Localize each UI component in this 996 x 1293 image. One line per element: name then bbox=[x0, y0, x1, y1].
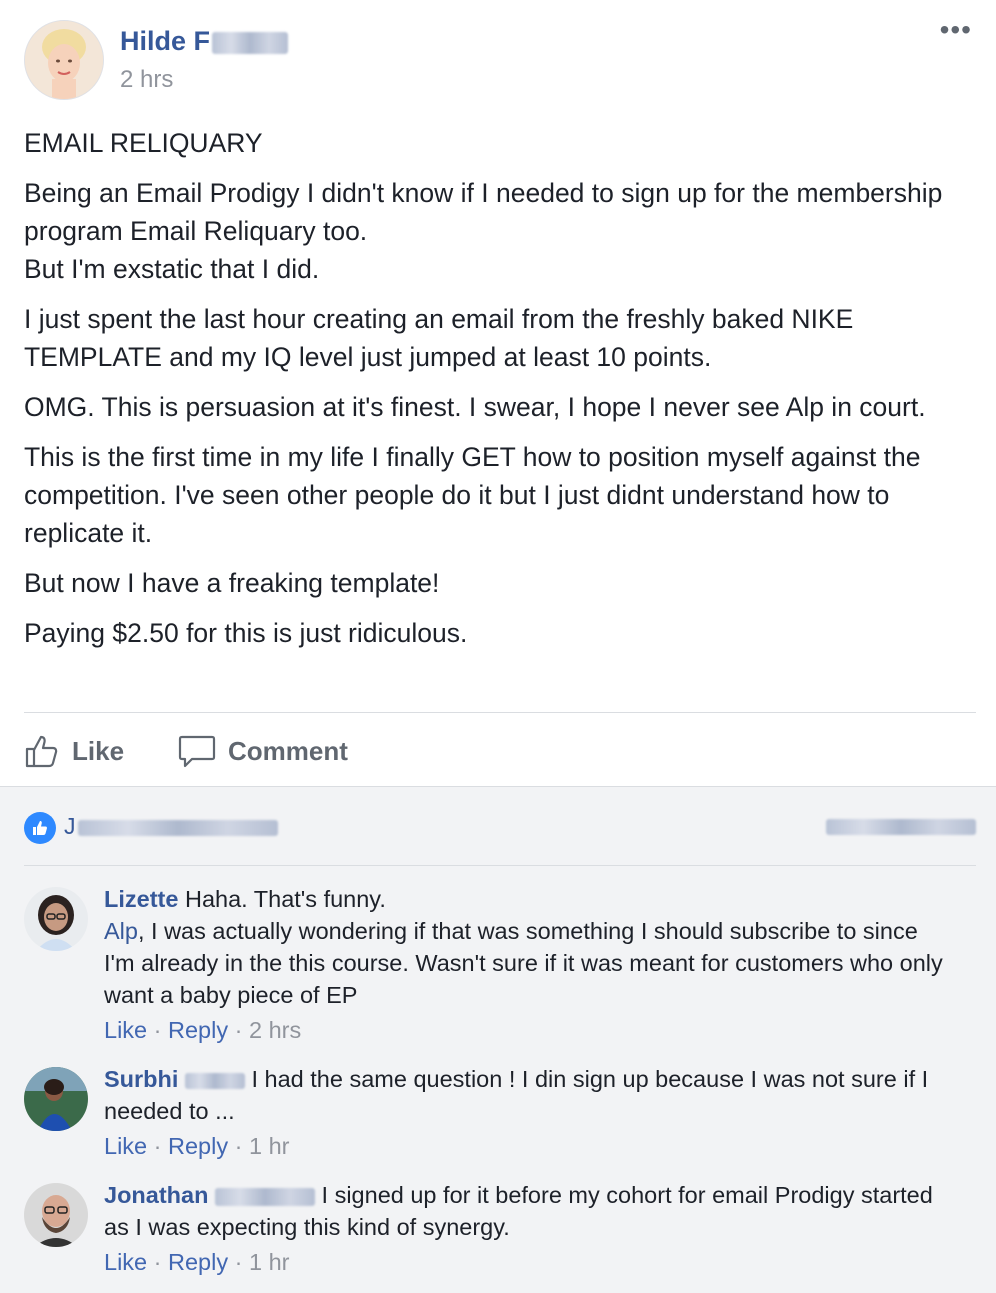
post-paragraph: OMG. This is persuasion at it's finest. … bbox=[24, 392, 926, 422]
comment-body: Surbhi I had the same question ! I din s… bbox=[104, 1063, 954, 1162]
reactions-summary[interactable]: J bbox=[24, 787, 976, 866]
comment-item: Lizette Haha. That's funny. Alp, I was a… bbox=[24, 883, 976, 1053]
post-paragraph: This is the first time in my life I fina… bbox=[24, 442, 921, 548]
commenter-name[interactable]: Jonathan bbox=[104, 1182, 208, 1208]
comment-timestamp[interactable]: 1 hr bbox=[249, 1133, 290, 1159]
comment-bubble-icon bbox=[178, 735, 216, 768]
post-timestamp[interactable]: 2 hrs bbox=[120, 66, 173, 94]
post-actions: Like Comment bbox=[24, 722, 976, 780]
post-paragraph: I just spent the last hour creating an e… bbox=[24, 304, 854, 372]
comment-meta: Like · Reply · 1 hr bbox=[104, 1246, 954, 1278]
meta-separator: · bbox=[153, 1133, 162, 1159]
meta-separator: · bbox=[234, 1133, 243, 1159]
comment-line: , I was actually wondering if that was s… bbox=[104, 918, 943, 1008]
meta-separator: · bbox=[234, 1017, 243, 1043]
post-paragraph: But now I have a freaking template! bbox=[24, 568, 440, 598]
thumbs-up-icon bbox=[25, 735, 58, 768]
comment-meta: Like · Reply · 1 hr bbox=[104, 1130, 954, 1162]
like-label: Like bbox=[72, 735, 125, 766]
redacted-surname bbox=[215, 1187, 315, 1206]
commenter-name-text: Surbhi bbox=[104, 1066, 179, 1092]
meta-separator: · bbox=[153, 1017, 162, 1043]
author-name-text[interactable]: Hilde F bbox=[120, 26, 210, 56]
commenter-name[interactable]: Surbhi bbox=[104, 1066, 178, 1092]
reactor-names[interactable]: J bbox=[64, 813, 278, 840]
like-button[interactable]: Like bbox=[24, 722, 124, 780]
comment-body: Lizette Haha. That's funny. Alp, I was a… bbox=[104, 883, 954, 1046]
redacted-count bbox=[826, 819, 976, 835]
comment-button[interactable]: Comment bbox=[178, 722, 348, 780]
post-paragraph: Paying $2.50 for this is just ridiculous… bbox=[24, 618, 468, 648]
facebook-post: Hilde F 2 hrs ••• EMAIL RELIQUARY Being … bbox=[0, 0, 996, 1293]
comment-like-link[interactable]: Like bbox=[104, 1249, 147, 1275]
post-paragraph: EMAIL RELIQUARY bbox=[24, 128, 263, 158]
comment-reply-link[interactable]: Reply bbox=[168, 1017, 228, 1043]
comment-text: Jonathan I signed up for it before my co… bbox=[104, 1179, 954, 1243]
author-avatar[interactable] bbox=[24, 20, 104, 100]
comment-line: Haha. That's funny. bbox=[184, 886, 386, 912]
redacted-names bbox=[77, 819, 278, 836]
redacted-surname bbox=[184, 1072, 245, 1089]
comment-label: Comment bbox=[228, 735, 348, 766]
meta-separator: · bbox=[234, 1249, 243, 1275]
commenter-avatar[interactable] bbox=[24, 887, 88, 951]
comment-meta: Like · Reply · 2 hrs bbox=[104, 1014, 954, 1046]
comment-text: Lizette Haha. That's funny. Alp, I was a… bbox=[104, 883, 954, 1011]
reactor-initial: J bbox=[64, 813, 76, 839]
comment-item: Surbhi I had the same question ! I din s… bbox=[24, 1063, 976, 1169]
commenter-name[interactable]: Lizette bbox=[104, 886, 178, 912]
author-name[interactable]: Hilde F bbox=[120, 26, 289, 57]
post-paragraph: Being an Email Prodigy I didn't know if … bbox=[24, 178, 943, 284]
like-reaction-icon bbox=[24, 812, 56, 844]
comment-reply-link[interactable]: Reply bbox=[168, 1133, 228, 1159]
post-body: EMAIL RELIQUARY Being an Email Prodigy I… bbox=[24, 124, 974, 664]
redacted-surname bbox=[212, 31, 289, 54]
commenter-avatar[interactable] bbox=[24, 1067, 88, 1131]
commenter-avatar[interactable] bbox=[24, 1183, 88, 1247]
comment-reply-link[interactable]: Reply bbox=[168, 1249, 228, 1275]
post-header: Hilde F 2 hrs ••• bbox=[24, 16, 972, 100]
comment-text: Surbhi I had the same question ! I din s… bbox=[104, 1063, 954, 1127]
commenter-name-text: Jonathan bbox=[104, 1182, 209, 1208]
divider bbox=[24, 712, 976, 713]
mention-link[interactable]: Alp bbox=[104, 918, 138, 944]
meta-separator: · bbox=[153, 1249, 162, 1275]
comment-like-link[interactable]: Like bbox=[104, 1133, 147, 1159]
comment-timestamp[interactable]: 2 hrs bbox=[249, 1017, 301, 1043]
comment-like-link[interactable]: Like bbox=[104, 1017, 147, 1043]
more-options-icon[interactable]: ••• bbox=[940, 16, 972, 44]
comments-section: J Lizette Haha. That's funny. Alp, I was… bbox=[0, 786, 996, 1293]
comment-body: Jonathan I signed up for it before my co… bbox=[104, 1179, 954, 1278]
comment-timestamp[interactable]: 1 hr bbox=[249, 1249, 290, 1275]
comment-item: Jonathan I signed up for it before my co… bbox=[24, 1179, 976, 1285]
